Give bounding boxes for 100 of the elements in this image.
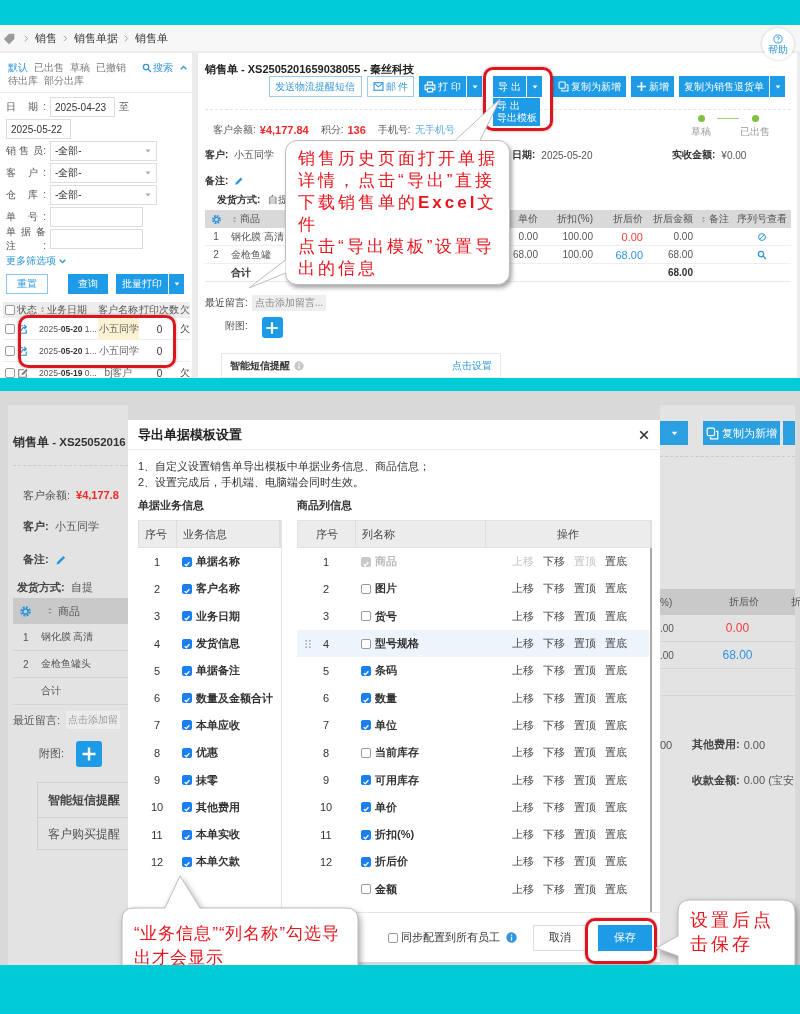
- checkbox[interactable]: [182, 775, 192, 785]
- edit-icon[interactable]: [17, 367, 28, 378]
- move-link[interactable]: 置底: [605, 608, 627, 624]
- table-row[interactable]: 6 数量 上移 下移 置顶 置底: [297, 684, 652, 712]
- move-link[interactable]: 置底: [605, 690, 627, 706]
- move-link[interactable]: 置顶: [574, 745, 596, 761]
- move-link[interactable]: 上移: [512, 717, 534, 733]
- more-filters-link[interactable]: 更多筛选项: [6, 254, 67, 268]
- move-link[interactable]: 置底: [605, 581, 627, 597]
- move-link[interactable]: 置顶: [574, 854, 596, 870]
- move-link[interactable]: 下移: [543, 690, 565, 706]
- checkbox[interactable]: [182, 856, 192, 867]
- cancel-button[interactable]: 取消: [533, 924, 587, 951]
- settings-icon[interactable]: [19, 604, 32, 618]
- drag-handle-icon[interactable]: [303, 638, 313, 649]
- move-link[interactable]: 下移: [543, 717, 565, 733]
- checkbox[interactable]: [182, 556, 192, 567]
- checkbox[interactable]: [182, 802, 192, 813]
- move-link[interactable]: 置底: [605, 881, 627, 897]
- dropdown-button[interactable]: [770, 76, 785, 97]
- checkbox[interactable]: [361, 611, 371, 622]
- move-link[interactable]: 上移: [512, 772, 534, 788]
- pencil-icon[interactable]: [54, 553, 67, 566]
- move-link[interactable]: 下移: [543, 745, 565, 761]
- checkbox[interactable]: [182, 583, 192, 594]
- select-field[interactable]: -全部-: [50, 185, 157, 205]
- reset-button[interactable]: 重置: [6, 274, 48, 294]
- breadcrumb-link[interactable]: 销售单据: [74, 30, 118, 46]
- collapse-icon[interactable]: [179, 63, 188, 72]
- move-link[interactable]: 下移: [543, 854, 565, 870]
- pencil-icon[interactable]: [234, 176, 245, 187]
- checkbox[interactable]: [182, 747, 192, 758]
- filter-tab[interactable]: 待出库: [8, 74, 38, 87]
- checkbox[interactable]: [361, 693, 371, 704]
- move-link[interactable]: 置顶: [574, 799, 596, 815]
- dropdown-button[interactable]: [169, 274, 184, 294]
- table-row[interactable]: 5 条码 上移 下移 置顶 置底: [297, 657, 652, 685]
- checkbox[interactable]: [361, 775, 371, 785]
- move-link[interactable]: 上移: [512, 881, 534, 897]
- settings-link[interactable]: 点击设置: [452, 359, 492, 373]
- checkbox[interactable]: [182, 720, 192, 731]
- move-link[interactable]: 置顶: [574, 827, 596, 843]
- move-link[interactable]: 置顶: [574, 636, 596, 652]
- table-row[interactable]: 12 折后价 上移 下移 置顶 置底: [297, 848, 652, 876]
- move-link[interactable]: 置顶: [574, 663, 596, 679]
- move-link[interactable]: 置顶: [574, 717, 596, 733]
- info-icon[interactable]: [506, 932, 517, 943]
- move-link[interactable]: 置底: [605, 636, 627, 652]
- checkbox[interactable]: [361, 884, 371, 895]
- move-link[interactable]: 置顶: [574, 772, 596, 788]
- checkbox[interactable]: [182, 611, 192, 622]
- move-link[interactable]: 下移: [543, 581, 565, 597]
- checkbox[interactable]: [182, 693, 192, 704]
- move-link[interactable]: 下移: [543, 827, 565, 843]
- move-link[interactable]: 置底: [605, 717, 627, 733]
- filter-tab[interactable]: 草稿: [70, 61, 90, 74]
- move-link[interactable]: 上移: [512, 690, 534, 706]
- text-field[interactable]: [50, 229, 143, 249]
- checkbox[interactable]: [361, 829, 371, 840]
- move-link[interactable]: 上移: [512, 608, 534, 624]
- move-link[interactable]: 下移: [543, 663, 565, 679]
- table-row[interactable]: 3 货号 上移 下移 置顶 置底: [297, 602, 652, 630]
- move-link[interactable]: 置底: [605, 827, 627, 843]
- move-link[interactable]: 置顶: [574, 581, 596, 597]
- move-link[interactable]: 置顶: [574, 608, 596, 624]
- checkbox[interactable]: [361, 856, 371, 867]
- move-link[interactable]: 上移: [512, 636, 534, 652]
- dropdown-button[interactable]: [467, 76, 483, 97]
- move-link[interactable]: 上移: [512, 581, 534, 597]
- move-link[interactable]: 上移: [512, 745, 534, 761]
- checkbox[interactable]: [361, 802, 371, 813]
- checkbox[interactable]: [361, 638, 371, 649]
- select-field[interactable]: -全部-: [50, 163, 157, 183]
- checkbox[interactable]: [361, 747, 371, 758]
- table-row[interactable]: 2 图片 上移 下移 置顶 置底: [297, 575, 652, 603]
- checkbox[interactable]: [361, 720, 371, 731]
- dropdown-button[interactable]: [527, 76, 542, 97]
- checkbox[interactable]: [388, 932, 398, 943]
- move-link[interactable]: 置底: [605, 663, 627, 679]
- breadcrumb-link[interactable]: 销售单: [135, 30, 168, 46]
- checkbox[interactable]: [361, 665, 371, 676]
- breadcrumb-link[interactable]: 销售: [35, 30, 57, 46]
- checkbox[interactable]: [182, 665, 192, 676]
- settings-icon[interactable]: [210, 213, 222, 225]
- filter-tab[interactable]: 已撤销: [96, 61, 126, 74]
- move-link[interactable]: 置顶: [574, 881, 596, 897]
- move-link[interactable]: 上移: [512, 827, 534, 843]
- checkbox[interactable]: [361, 583, 371, 594]
- table-row[interactable]: 7 单位 上移 下移 置顶 置底: [297, 711, 652, 740]
- move-link[interactable]: 上移: [512, 663, 534, 679]
- move-link[interactable]: 置顶: [574, 690, 596, 706]
- move-link[interactable]: 置底: [605, 799, 627, 815]
- move-link[interactable]: 置底: [605, 854, 627, 870]
- checkbox[interactable]: [5, 324, 15, 334]
- add-image-button[interactable]: [261, 317, 283, 339]
- table-row[interactable]: 9 可用库存 上移 下移 置顶 置底: [297, 766, 652, 794]
- checkbox[interactable]: [5, 304, 15, 315]
- table-row[interactable]: 金额 上移 下移 置顶 置底: [297, 875, 652, 903]
- checkbox[interactable]: [5, 346, 15, 356]
- date-field[interactable]: 2025-05-22: [6, 119, 71, 139]
